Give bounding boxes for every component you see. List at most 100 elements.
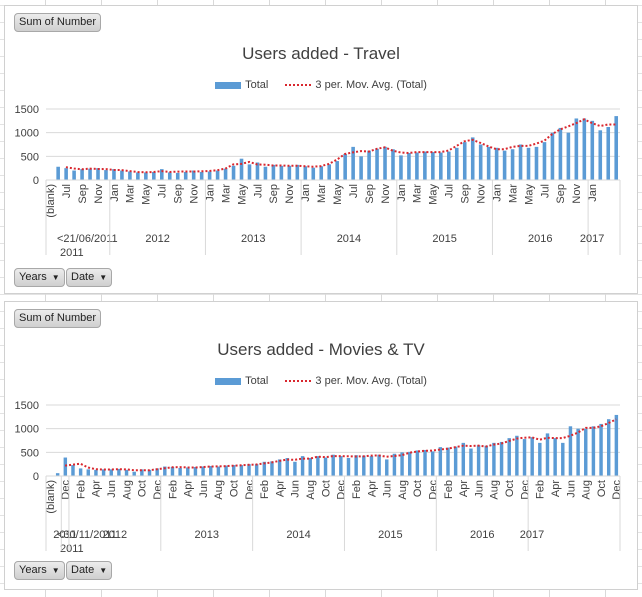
x-month-label: Jun <box>565 480 577 498</box>
x-year-label: 2014 <box>337 233 361 245</box>
bar <box>377 454 381 476</box>
bar <box>553 438 557 476</box>
x-month-label: Jan <box>587 184 599 202</box>
bar <box>582 118 587 180</box>
chart-travel[interactable]: Sum of Number Users added - Travel Total… <box>4 5 638 294</box>
x-month-label: Mar <box>220 184 232 203</box>
y-tick-label: 500 <box>21 447 39 459</box>
bar <box>470 137 475 180</box>
bar <box>175 172 180 180</box>
bar <box>303 166 308 180</box>
bar <box>606 126 611 180</box>
x-month-label: Jul <box>157 184 169 198</box>
bar <box>408 451 412 476</box>
bar <box>439 152 443 180</box>
bar <box>447 151 451 180</box>
dropdown-arrow-icon: ▼ <box>51 566 60 575</box>
chart-movies-tv[interactable]: Sum of Number Users added - Movies & TV … <box>4 301 638 590</box>
x-month-label: Apr <box>183 480 195 497</box>
bar <box>285 458 289 476</box>
bar <box>494 147 499 180</box>
x-year-label: <21/06/2011 <box>57 233 118 245</box>
x-month-label: Apr <box>366 480 378 497</box>
x-month-label: Jul <box>348 184 360 198</box>
bar <box>270 461 274 476</box>
bar <box>88 168 92 180</box>
x-month-label: (blank) <box>45 184 57 218</box>
x-month-label: Jul <box>252 184 264 198</box>
date-field-button[interactable]: Date ▼ <box>66 561 113 580</box>
x-month-label: Jul <box>444 184 456 198</box>
x-month-label: Dec <box>519 480 531 500</box>
bar <box>254 464 259 476</box>
x-month-label: Jun <box>382 480 394 498</box>
bar <box>590 120 595 180</box>
bar <box>346 458 351 476</box>
bar <box>167 172 172 180</box>
bar <box>319 166 324 180</box>
years-label: Years <box>19 564 47 576</box>
bar <box>201 466 205 476</box>
x-year-label: 2017 <box>520 529 544 541</box>
x-month-label: Aug <box>121 480 133 500</box>
bar <box>128 171 132 180</box>
bar <box>469 448 473 476</box>
bar <box>550 132 555 180</box>
bar <box>78 468 83 476</box>
x-month-label: Dec <box>611 480 623 500</box>
x-month-label: Oct <box>596 480 608 497</box>
x-month-label: Dec <box>244 480 256 500</box>
bar <box>576 428 580 476</box>
bar <box>293 461 297 476</box>
bar <box>534 146 539 180</box>
bar <box>199 171 204 180</box>
x-month-label: Jun <box>290 480 302 498</box>
bar <box>223 168 228 180</box>
bar <box>170 467 175 476</box>
x-month-label: Nov <box>284 184 296 204</box>
bar <box>104 170 108 180</box>
x-month-label: Dec <box>427 480 439 500</box>
bar <box>584 428 588 476</box>
x-month-label: Jan <box>300 184 312 202</box>
bar <box>367 150 371 180</box>
y-tick-label: 1000 <box>15 424 39 436</box>
moving-average-line <box>65 118 616 174</box>
bar <box>558 127 563 180</box>
bar <box>400 452 404 476</box>
bar <box>484 445 488 476</box>
bar <box>486 146 491 180</box>
bar <box>438 447 443 476</box>
x-month-label: Dec <box>60 480 72 500</box>
bar <box>383 146 387 180</box>
date-field-button[interactable]: Date ▼ <box>66 268 113 287</box>
years-field-button[interactable]: Years ▼ <box>14 561 65 580</box>
bar <box>277 459 282 476</box>
bar <box>263 166 268 180</box>
x-year-label: 2014 <box>286 529 310 541</box>
x-month-label: Apr <box>458 480 470 497</box>
x-month-label: Mar <box>125 184 137 203</box>
bar <box>454 147 459 180</box>
y-tick-label: 1500 <box>15 104 39 116</box>
bar <box>518 144 523 180</box>
years-field-button[interactable]: Years ▼ <box>14 268 65 287</box>
bar <box>407 153 411 180</box>
bar <box>614 116 619 180</box>
bar <box>446 447 450 476</box>
x-month-label: Aug <box>213 480 225 500</box>
bar <box>178 467 182 476</box>
bar <box>606 419 611 476</box>
bar <box>499 441 504 476</box>
x-month-label: Jun <box>198 480 210 498</box>
dropdown-arrow-icon: ▼ <box>51 273 60 282</box>
x-month-label: Feb <box>443 480 455 499</box>
bar <box>598 130 603 180</box>
x-month-label: Feb <box>351 480 363 499</box>
x-month-label: Jul <box>61 184 73 198</box>
x-month-label: Oct <box>504 480 516 497</box>
bar <box>71 465 75 476</box>
dropdown-arrow-icon: ▼ <box>99 273 108 282</box>
plot-area: 050010001500(blank) Jul Sep Nov Jan Mar May Jul… <box>15 104 621 259</box>
x-month-label: Sep <box>268 184 280 204</box>
